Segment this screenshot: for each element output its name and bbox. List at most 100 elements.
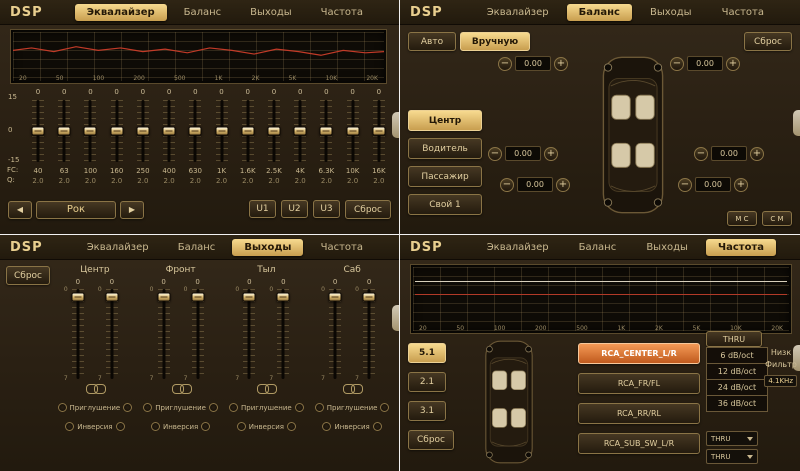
band-gain-slider[interactable] (57, 98, 71, 164)
config-3-1-button[interactable]: 3.1 (408, 401, 446, 421)
config-2-1-button[interactable]: 2.1 (408, 372, 446, 392)
band-gain-slider[interactable] (188, 98, 202, 164)
outputs-reset-button[interactable]: Сброс (6, 266, 50, 285)
gain-plus-button[interactable]: + (726, 57, 740, 71)
slider-thumb[interactable] (32, 127, 45, 136)
tab-balance[interactable]: Баланс (567, 4, 632, 21)
gain-minus-button[interactable]: − (488, 147, 502, 161)
gain-plus-button[interactable]: + (750, 147, 764, 161)
mc-button[interactable]: M C (727, 211, 757, 226)
channel-level-slider[interactable]: 0 7 (362, 287, 376, 381)
slider-thumb[interactable] (277, 293, 290, 302)
slider-thumb[interactable] (136, 127, 149, 136)
slope-option[interactable]: 36 dB/oct (706, 395, 768, 412)
link-channels-icon[interactable] (257, 384, 275, 393)
slider-thumb[interactable] (189, 127, 202, 136)
band-gain-slider[interactable] (293, 98, 307, 164)
gain-plus-button[interactable]: + (734, 178, 748, 192)
channel-level-slider[interactable]: 0 7 (157, 287, 171, 381)
band-gain-slider[interactable] (215, 98, 229, 164)
invert-left-toggle[interactable] (151, 422, 160, 431)
band-gain-slider[interactable] (83, 98, 97, 164)
tab-outputs[interactable]: Выходы (232, 239, 303, 256)
edge-handle[interactable] (392, 112, 399, 138)
band-gain-slider[interactable] (31, 98, 45, 164)
slope-option[interactable]: 6 dB/oct (706, 347, 768, 364)
edge-handle[interactable] (793, 110, 800, 136)
invert-left-toggle[interactable] (65, 422, 74, 431)
mute-left-toggle[interactable] (143, 403, 152, 412)
band-gain-slider[interactable] (346, 98, 360, 164)
rca-front-button[interactable]: RCA_FR/FL (578, 373, 700, 394)
tab-balance[interactable]: Баланс (172, 4, 234, 21)
filter-mode-select-1[interactable]: THRU (706, 431, 758, 446)
gain-minus-button[interactable]: − (678, 178, 692, 192)
band-gain-slider[interactable] (372, 98, 386, 164)
slider-thumb[interactable] (84, 127, 97, 136)
band-gain-slider[interactable] (319, 98, 333, 164)
slider-thumb[interactable] (243, 293, 256, 302)
preset-prev-button[interactable]: ◀ (8, 201, 32, 219)
slider-thumb[interactable] (267, 127, 280, 136)
band-gain-slider[interactable] (110, 98, 124, 164)
slider-thumb[interactable] (294, 127, 307, 136)
band-gain-slider[interactable] (267, 98, 281, 164)
slider-thumb[interactable] (191, 293, 204, 302)
tab-frequency[interactable]: Частота (706, 239, 776, 256)
slider-thumb[interactable] (346, 127, 359, 136)
invert-left-toggle[interactable] (237, 422, 246, 431)
rca-sub-button[interactable]: RCA_SUB_SW_L/R (578, 433, 700, 454)
slider-thumb[interactable] (363, 293, 376, 302)
slider-thumb[interactable] (110, 127, 123, 136)
slider-thumb[interactable] (241, 127, 254, 136)
tab-balance[interactable]: Баланс (166, 239, 228, 256)
tab-outputs[interactable]: Выходы (238, 4, 304, 21)
slider-thumb[interactable] (215, 127, 228, 136)
slider-thumb[interactable] (58, 127, 71, 136)
preset-next-button[interactable]: ▶ (120, 201, 144, 219)
mute-left-toggle[interactable] (315, 403, 324, 412)
tab-outputs[interactable]: Выходы (638, 4, 704, 21)
slider-thumb[interactable] (320, 127, 333, 136)
slider-thumb[interactable] (163, 127, 176, 136)
band-gain-slider[interactable] (136, 98, 150, 164)
invert-right-toggle[interactable] (287, 422, 296, 431)
mute-right-toggle[interactable] (123, 403, 132, 412)
filter-mode-select-2[interactable]: THRU (706, 449, 758, 464)
gain-minus-button[interactable]: − (498, 57, 512, 71)
channel-level-slider[interactable]: 0 7 (242, 287, 256, 381)
rca-rear-button[interactable]: RCA_RR/RL (578, 403, 700, 424)
gain-plus-button[interactable]: + (544, 147, 558, 161)
tab-outputs[interactable]: Выходы (634, 239, 700, 256)
mute-right-toggle[interactable] (295, 403, 304, 412)
rca-center-button[interactable]: RCA_CENTER_L/R (578, 343, 700, 364)
gain-plus-button[interactable]: + (554, 57, 568, 71)
link-channels-icon[interactable] (172, 384, 190, 393)
eq-reset-button[interactable]: Сброс (345, 200, 391, 219)
memory-u3-button[interactable]: U3 (313, 200, 340, 218)
channel-level-slider[interactable]: 0 7 (191, 287, 205, 381)
link-channels-icon[interactable] (86, 384, 104, 393)
slope-option[interactable]: 24 dB/oct (706, 379, 768, 396)
gain-minus-button[interactable]: − (670, 57, 684, 71)
slider-thumb[interactable] (329, 293, 342, 302)
slider-thumb[interactable] (105, 293, 118, 302)
slider-thumb[interactable] (157, 293, 170, 302)
slider-thumb[interactable] (372, 127, 385, 136)
invert-right-toggle[interactable] (116, 422, 125, 431)
invert-right-toggle[interactable] (373, 422, 382, 431)
channel-level-slider[interactable]: 0 7 (276, 287, 290, 381)
tab-equalizer[interactable]: Эквалайзер (75, 239, 161, 256)
tab-frequency[interactable]: Частота (309, 239, 375, 256)
band-gain-slider[interactable] (241, 98, 255, 164)
channel-level-slider[interactable]: 0 7 (328, 287, 342, 381)
mute-left-toggle[interactable] (58, 403, 67, 412)
edge-handle[interactable] (793, 345, 800, 371)
mute-right-toggle[interactable] (380, 403, 389, 412)
memory-u2-button[interactable]: U2 (281, 200, 308, 218)
slider-thumb[interactable] (71, 293, 84, 302)
tab-equalizer[interactable]: Эквалайзер (475, 239, 561, 256)
invert-right-toggle[interactable] (201, 422, 210, 431)
invert-left-toggle[interactable] (322, 422, 331, 431)
edge-handle[interactable] (392, 305, 399, 331)
